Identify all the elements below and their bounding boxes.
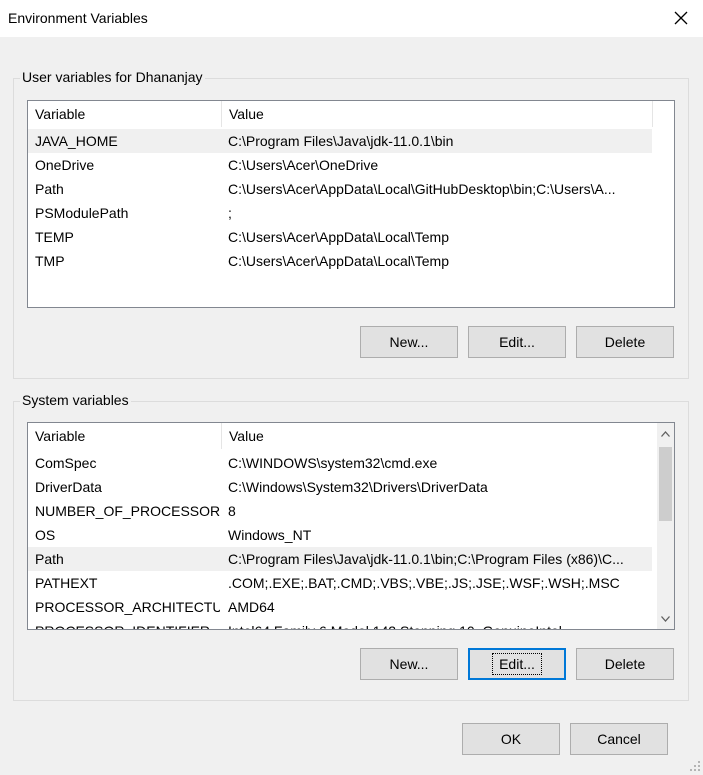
column-header-value[interactable]: Value — [222, 101, 652, 127]
variable-value: C:\Users\Acer\AppData\Local\Temp — [228, 253, 449, 269]
system-variable-row[interactable]: OS Windows_NT — [28, 523, 652, 547]
variable-value: ; — [228, 205, 232, 221]
user-variable-row[interactable]: OneDrive C:\Users\Acer\OneDrive — [28, 153, 652, 177]
system-variable-row[interactable]: PATHEXT .COM;.EXE;.BAT;.CMD;.VBS;.VBE;.JS… — [28, 571, 652, 595]
variable-value: .COM;.EXE;.BAT;.CMD;.VBS;.VBE;.JS;.JSE;.… — [228, 575, 620, 591]
user-variable-row[interactable]: PSModulePath; — [28, 201, 652, 225]
ok-button[interactable]: OK — [462, 723, 560, 755]
scroll-thumb[interactable] — [659, 447, 672, 521]
variable-name: ComSpec — [35, 455, 97, 471]
column-header-value[interactable]: Value — [222, 423, 652, 449]
user-delete-button[interactable]: Delete — [576, 326, 674, 358]
user-new-button[interactable]: New... — [360, 326, 458, 358]
variable-name: PROCESSOR_ARCHITECTU... — [35, 599, 220, 615]
list-header: Variable Value — [28, 101, 674, 127]
scroll-down-icon[interactable] — [657, 610, 674, 627]
variable-value: C:\Users\Acer\AppData\Local\GitHubDeskto… — [228, 181, 616, 197]
variable-value: Intel64 Family 6 Model 142 Stepping 10, … — [228, 619, 647, 629]
user-variable-row[interactable]: TEMP C:\Users\Acer\AppData\Local\Temp — [28, 225, 652, 249]
system-variable-row[interactable]: DriverData C:\Windows\System32\Drivers\Dr… — [28, 475, 652, 499]
variable-value: C:\Users\Acer\OneDrive — [228, 157, 379, 173]
variable-name: Path — [35, 181, 64, 197]
column-header-variable[interactable]: Variable — [28, 423, 221, 449]
variable-name: OneDrive — [35, 157, 95, 173]
close-icon[interactable] — [669, 6, 693, 30]
variable-value: C:\Program Files\Java\jdk-11.0.1\bin;C:\… — [228, 551, 624, 567]
variable-value: C:\Program Files\Java\jdk-11.0.1\bin — [228, 133, 454, 149]
system-variable-row[interactable]: PROCESSOR_ARCHITECTU... AMD64 — [28, 595, 652, 619]
user-variable-row[interactable]: Path C:\Users\Acer\AppData\Local\GitHubDe… — [28, 177, 652, 201]
variable-name: TEMP — [35, 229, 74, 245]
system-variables-list[interactable]: Variable Value ComSpec C:\WINDOWS\system3… — [27, 422, 675, 630]
system-variable-row[interactable]: Path C:\Program Files\Java\jdk-11.0.1\bin… — [28, 547, 652, 571]
user-variable-row[interactable]: JAVA_HOME C:\Program Files\Java\jdk-11.0.… — [28, 129, 652, 153]
variable-name: PSModulePath — [35, 205, 129, 221]
user-variables-list[interactable]: Variable Value JAVA_HOME C:\Program Files… — [27, 100, 675, 308]
system-variable-row[interactable]: NUMBER_OF_PROCESSORS 8 — [28, 499, 652, 523]
system-delete-button[interactable]: Delete — [576, 648, 674, 680]
variable-value: Windows_NT — [228, 527, 312, 543]
system-variable-row[interactable]: PROCESSOR_IDENTIFIER Intel64 Family 6 Mod… — [28, 619, 652, 629]
variable-value: 8 — [228, 503, 236, 519]
variable-name: Path — [35, 551, 64, 567]
user-variables-label: User variables for Dhananjay — [20, 69, 205, 85]
variable-value: C:\WINDOWS\system32\cmd.exe — [228, 455, 438, 471]
variable-name: NUMBER_OF_PROCESSORS — [35, 503, 220, 519]
column-header-variable[interactable]: Variable — [28, 101, 221, 127]
variable-name: JAVA_HOME — [35, 133, 118, 149]
variable-name: TMP — [35, 253, 65, 269]
system-new-button[interactable]: New... — [360, 648, 458, 680]
system-edit-button[interactable]: Edit... — [468, 648, 566, 680]
variable-value: C:\Users\Acer\AppData\Local\Temp — [228, 229, 449, 245]
title-bar: Environment Variables — [0, 0, 703, 37]
system-variables-label: System variables — [20, 392, 131, 408]
variable-name: PATHEXT — [35, 575, 98, 591]
variable-name: OS — [35, 527, 56, 543]
system-variable-row[interactable]: ComSpec C:\WINDOWS\system32\cmd.exe — [28, 451, 652, 475]
variable-value: AMD64 — [228, 599, 275, 615]
vertical-scrollbar[interactable] — [657, 423, 674, 629]
resize-grip-icon[interactable] — [689, 759, 701, 771]
window-title: Environment Variables — [8, 10, 148, 26]
list-header: Variable Value — [28, 423, 657, 449]
variable-name: PROCESSOR_IDENTIFIER — [35, 619, 220, 629]
variable-value: C:\Windows\System32\Drivers\DriverData — [228, 479, 488, 495]
scroll-up-icon[interactable] — [657, 425, 674, 442]
user-edit-button[interactable]: Edit... — [468, 326, 566, 358]
user-variable-row[interactable]: TMP C:\Users\Acer\AppData\Local\Temp — [28, 249, 652, 273]
cancel-button[interactable]: Cancel — [570, 723, 668, 755]
variable-name: DriverData — [35, 479, 102, 495]
